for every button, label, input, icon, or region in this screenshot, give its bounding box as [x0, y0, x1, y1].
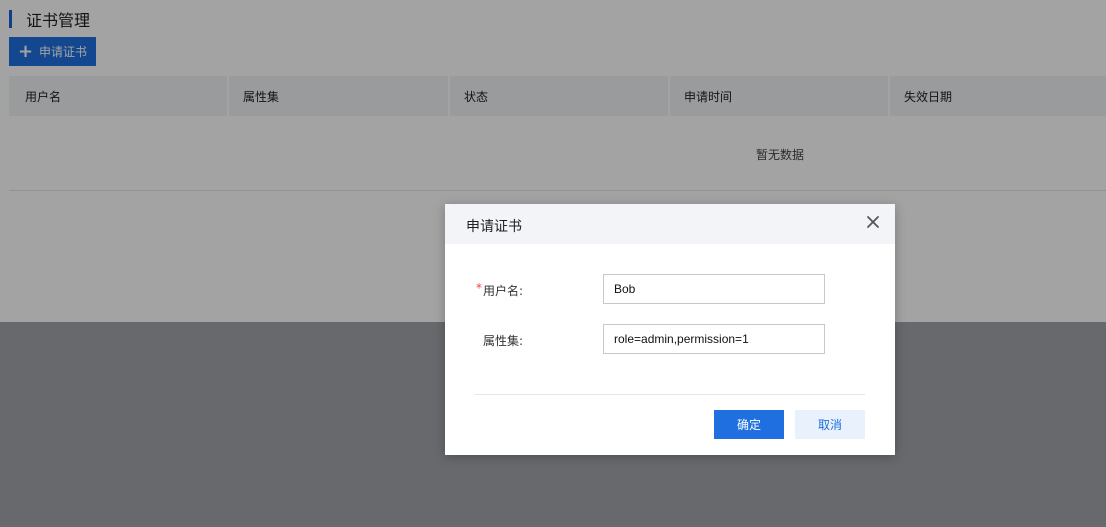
form-row-attributes: 属性集:: [445, 324, 895, 354]
required-marker: *: [476, 281, 482, 295]
dialog-divider: [475, 394, 865, 395]
form-row-username: * 用户名:: [445, 274, 895, 304]
username-label: 用户名:: [483, 284, 524, 298]
close-icon[interactable]: [865, 214, 881, 230]
dialog-header: 申请证书: [445, 204, 895, 244]
username-input[interactable]: [603, 274, 825, 304]
cancel-button[interactable]: 取消: [795, 410, 865, 439]
confirm-button[interactable]: 确定: [714, 410, 784, 439]
attributes-input[interactable]: [603, 324, 825, 354]
apply-certificate-dialog: 申请证书 * 用户名: 属性集: 确定 取消: [445, 204, 895, 455]
attributes-label: 属性集:: [483, 334, 524, 348]
dialog-title: 申请证书: [466, 219, 522, 235]
